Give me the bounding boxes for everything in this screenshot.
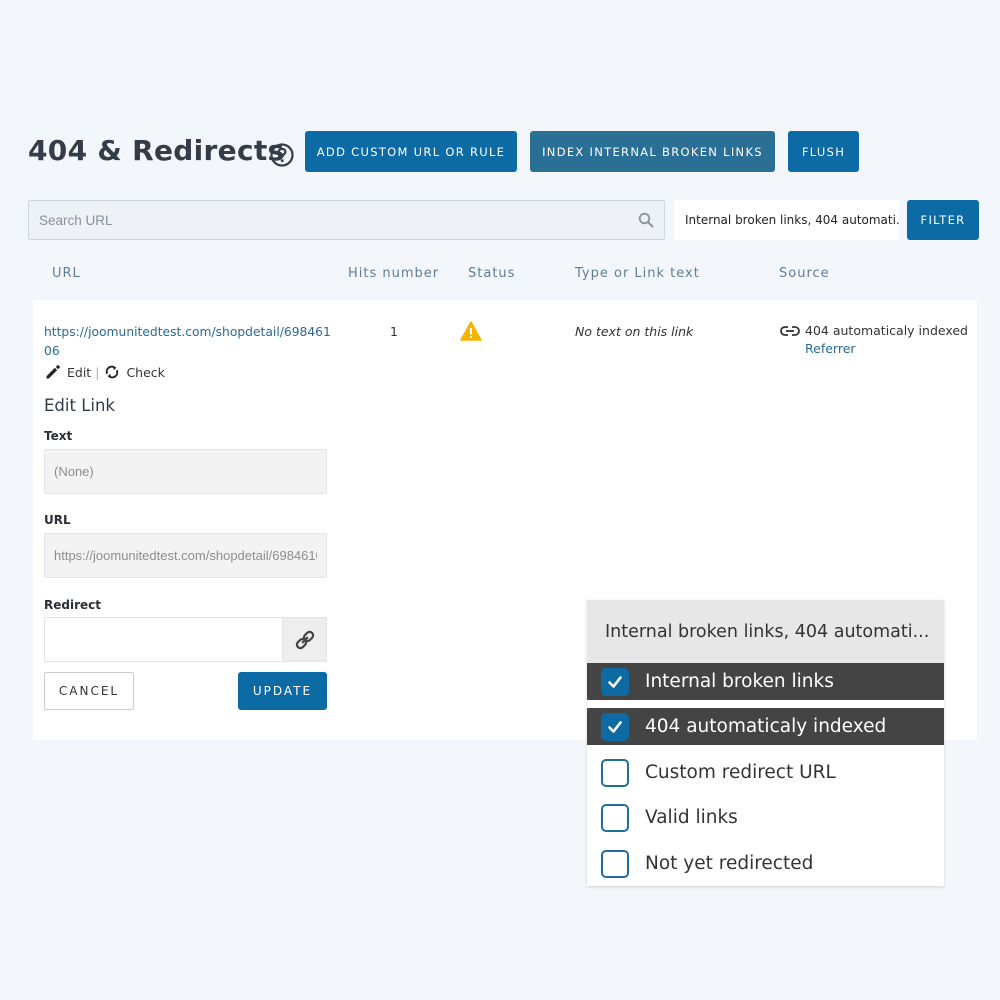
text-label: Text — [44, 429, 73, 443]
checkbox[interactable] — [601, 849, 629, 878]
update-button[interactable]: UPDATE — [238, 672, 327, 710]
index-broken-links-button[interactable]: INDEX INTERNAL BROKEN LINKS — [530, 131, 775, 172]
search-icon[interactable] — [638, 212, 654, 228]
dropdown-option-not-yet-redirected[interactable]: Not yet redirected — [587, 845, 944, 882]
column-header-hits[interactable]: Hits number — [348, 266, 439, 281]
help-icon[interactable] — [269, 142, 295, 168]
column-header-type[interactable]: Type or Link text — [575, 266, 700, 281]
column-header-source[interactable]: Source — [779, 266, 830, 281]
redirect-label: Redirect — [44, 598, 101, 612]
insert-link-button[interactable] — [282, 617, 327, 662]
link-icon — [295, 630, 314, 649]
text-field — [44, 449, 327, 494]
search-bar — [28, 200, 665, 240]
url-input[interactable] — [54, 548, 317, 563]
url-field — [44, 533, 327, 578]
warning-icon — [460, 321, 482, 341]
checkbox[interactable] — [601, 667, 629, 696]
option-label: Custom redirect URL — [645, 762, 836, 783]
dropdown-option-custom-redirect[interactable]: Custom redirect URL — [587, 754, 944, 791]
chain-link-icon — [780, 325, 800, 336]
flush-button[interactable]: FLUSH — [788, 131, 859, 172]
dropdown-option-valid-links[interactable]: Valid links — [587, 799, 944, 836]
source-value: 404 automaticaly indexed — [805, 323, 968, 338]
cancel-button[interactable]: CANCEL — [44, 672, 134, 710]
row-url-link[interactable]: https://joomunitedtest.com/shopdetail/69… — [44, 323, 334, 361]
option-label: Not yet redirected — [645, 853, 814, 874]
referrer-link[interactable]: Referrer — [805, 341, 968, 356]
redirect-input-wrap — [44, 617, 282, 662]
add-custom-url-button[interactable]: ADD CUSTOM URL OR RULE — [305, 131, 517, 172]
url-label: URL — [44, 513, 71, 527]
dropdown-option-internal-broken-links[interactable]: Internal broken links — [587, 663, 944, 700]
dropdown-option-404-indexed[interactable]: 404 automaticaly indexed — [587, 708, 944, 745]
checkbox[interactable] — [601, 758, 629, 787]
search-input[interactable] — [39, 212, 638, 228]
filter-button[interactable]: FILTER — [907, 200, 979, 240]
column-header-url[interactable]: URL — [52, 266, 81, 281]
option-label: 404 automaticaly indexed — [645, 716, 887, 737]
text-input[interactable] — [54, 464, 317, 479]
hits-value: 1 — [390, 324, 398, 339]
link-text-value: No text on this link — [575, 324, 694, 339]
page-title: 404 & Redirects — [28, 134, 285, 167]
row-actions: Edit | Check — [44, 363, 165, 381]
option-label: Internal broken links — [645, 671, 834, 692]
redirect-field — [44, 617, 327, 662]
edit-link-title: Edit Link — [44, 396, 115, 415]
refresh-icon[interactable] — [103, 363, 121, 381]
filter-select[interactable]: Internal broken links, 404 automati... — [674, 200, 899, 240]
checkmark-icon — [608, 675, 622, 688]
source-cell: 404 automaticaly indexed Referrer — [780, 323, 968, 356]
option-label: Valid links — [645, 807, 738, 828]
checkbox[interactable] — [601, 803, 629, 832]
filter-dropdown: Internal broken links, 404 automati... I… — [587, 600, 944, 886]
check-link[interactable]: Check — [126, 365, 164, 380]
dropdown-selected-value[interactable]: Internal broken links, 404 automati... — [587, 600, 944, 663]
redirect-input[interactable] — [45, 618, 282, 661]
checkmark-icon — [608, 720, 622, 733]
action-separator: | — [95, 364, 100, 380]
edit-link[interactable]: Edit — [67, 365, 91, 380]
checkbox[interactable] — [601, 712, 629, 741]
column-header-status[interactable]: Status — [468, 266, 515, 281]
pencil-icon[interactable] — [44, 363, 62, 381]
